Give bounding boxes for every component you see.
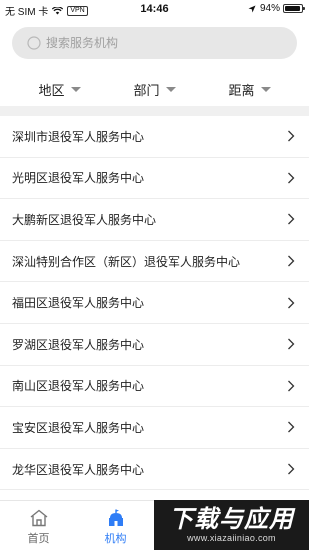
list-item[interactable]: 南山区退役军人服务中心 (0, 366, 309, 408)
list-item-label: 罗湖区退役军人服务中心 (12, 337, 145, 352)
filter-label: 距离 (228, 82, 255, 98)
home-icon (30, 509, 47, 527)
list-item-label: 福田区退役军人服务中心 (12, 296, 145, 311)
list-item-label: 南山区退役军人服务中心 (12, 379, 145, 394)
tab-home[interactable]: 首页 (0, 501, 77, 550)
institution-icon (108, 509, 123, 526)
tab-home-label: 首页 (27, 533, 50, 545)
chevron-right-icon (288, 338, 295, 350)
list-item-label: 龙华区退役军人服务中心 (12, 462, 145, 477)
search-input[interactable] (46, 36, 276, 50)
caret-down-icon (260, 86, 271, 92)
filter-department[interactable]: 部门 (133, 80, 176, 99)
filter-bar: 地区 部门 距离 (0, 72, 309, 106)
filter-label: 部门 (133, 82, 160, 98)
chevron-right-icon (288, 380, 295, 392)
list-item[interactable]: 光明区退役军人服务中心 (0, 158, 309, 200)
filter-distance[interactable]: 距离 (228, 80, 271, 99)
list-item-label: 宝安区退役军人服务中心 (12, 420, 145, 435)
tab-institution[interactable]: 机构 (77, 501, 154, 550)
list-item-label: 大鹏新区退役军人服务中心 (12, 212, 157, 227)
filter-region[interactable]: 地区 (38, 80, 81, 99)
chevron-right-icon (288, 297, 295, 309)
list-item-label: 光明区退役军人服务中心 (12, 171, 145, 186)
list-item-label: 深圳市退役军人服务中心 (12, 129, 145, 144)
status-bar: 无 SIM 卡 VPN 14:46 94% (0, 0, 309, 20)
list-item[interactable]: 深汕特别合作区（新区）退役军人服务中心 (0, 241, 309, 283)
list-item[interactable]: 龙华区退役军人服务中心 (0, 449, 309, 491)
chevron-right-icon (288, 463, 295, 475)
chevron-right-icon (288, 172, 295, 184)
caret-down-icon (70, 86, 81, 92)
institution-list: 深圳市退役军人服务中心 光明区退役军人服务中心 大鹏新区退役军人服务中心 深汕特… (0, 116, 309, 491)
location-arrow-icon (248, 5, 256, 12)
tab-institution-label: 机构 (104, 533, 127, 545)
list-item-label: 深汕特别合作区（新区）退役军人服务中心 (12, 254, 241, 269)
filter-label: 地区 (38, 82, 65, 98)
chevron-right-icon (288, 421, 295, 433)
battery-icon (283, 4, 305, 13)
list-item[interactable]: 深圳市退役军人服务中心 (0, 116, 309, 158)
list-item[interactable]: 罗湖区退役军人服务中心 (0, 324, 309, 366)
watermark-logo: 下载与应用 www.xiazaiiniao.com (154, 500, 309, 550)
chevron-right-icon (288, 255, 295, 267)
battery-percent: 94% (259, 3, 280, 14)
search-bar[interactable] (12, 27, 297, 59)
watermark-title: 下载与应用 (169, 506, 294, 533)
list-item[interactable]: 福田区退役军人服务中心 (0, 282, 309, 324)
battery-fill (285, 6, 301, 11)
list-item[interactable]: 宝安区退役军人服务中心 (0, 407, 309, 449)
search-icon (27, 36, 41, 50)
watermark-url: www.xiazaiiniao.com (187, 533, 276, 543)
section-divider (0, 106, 309, 116)
page: 无 SIM 卡 VPN 14:46 94% 地区 (0, 0, 309, 550)
caret-down-icon (165, 86, 176, 92)
chevron-right-icon (288, 130, 295, 142)
list-item[interactable]: 大鹏新区退役军人服务中心 (0, 199, 309, 241)
chevron-right-icon (288, 214, 295, 225)
